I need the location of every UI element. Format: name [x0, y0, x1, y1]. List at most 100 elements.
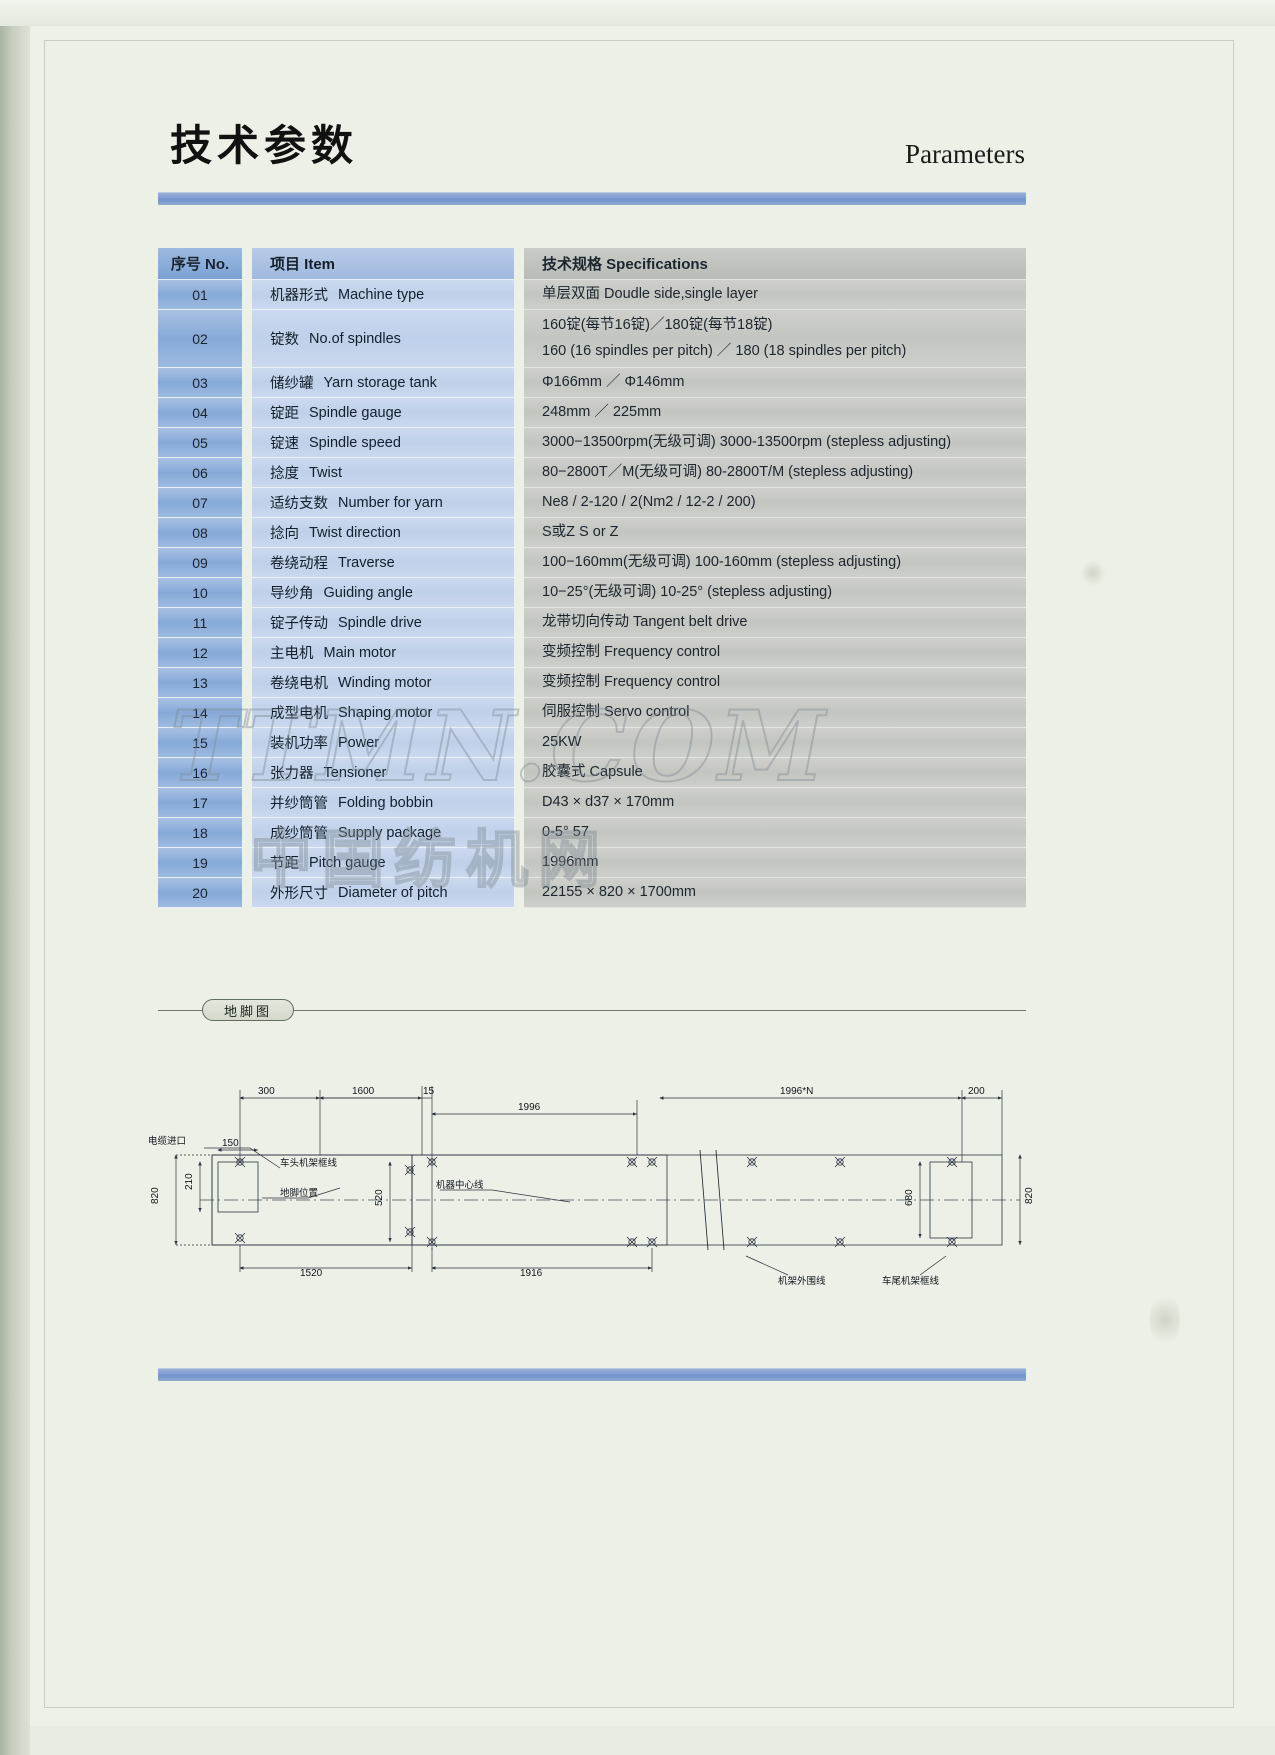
cell-item: 并纱筒管 Folding bobbin — [252, 788, 514, 818]
cell-spec: 胶囊式 Capsule — [524, 758, 1026, 788]
page-edge-left — [0, 0, 30, 1755]
cell-item-chinese: 锭数 — [270, 332, 299, 348]
cell-no: 04 — [158, 398, 242, 428]
cell-no: 03 — [158, 368, 242, 398]
cell-spec-line: 0-5° 57 — [542, 823, 589, 840]
cell-no: 10 — [158, 578, 242, 608]
cell-item-chinese: 装机功率 — [270, 736, 328, 752]
cell-item-english: Spindle speed — [309, 434, 401, 451]
cell-no: 06 — [158, 458, 242, 488]
cell-item: 装机功率 Power — [252, 728, 514, 758]
cell-item-english: Twist direction — [309, 524, 401, 541]
cell-spec: 3000−13500rpm(无级可调) 3000-13500rpm (stepl… — [524, 428, 1026, 458]
table-row: 01 机器形式 Machine type 单层双面 Doudle side,singl… — [158, 280, 1026, 310]
column-gap — [242, 728, 252, 758]
dim-200: 200 — [968, 1086, 985, 1097]
cell-spec-line: Ne8 / 2-120 / 2(Nm2 / 12-2 / 200) — [542, 493, 756, 510]
foundation-drawing-svg: 300 1600 15 1996 1996*N 200 1520 1916 82… — [148, 1086, 1035, 1287]
column-gap — [242, 248, 252, 280]
cell-no: 14 — [158, 698, 242, 728]
cell-spec: 80−2800T／M(无级可调) 80-2800T/M (stepless ad… — [524, 458, 1026, 488]
page-edge-top — [0, 0, 1275, 26]
cell-item-chinese: 锭子传动 — [270, 616, 328, 632]
table-row: 15 装机功率 Power 25KW — [158, 728, 1026, 758]
cell-spec-line: 龙带切向传动 Tangent belt drive — [542, 613, 748, 630]
table-row: 02 锭数 No.of spindles 160锭(每节16锭)／180锭(每节18锭… — [158, 310, 1026, 368]
dim-1600: 1600 — [352, 1086, 375, 1097]
dim-820-right: 820 — [1024, 1187, 1035, 1204]
cell-spec: 100−160mm(无级可调) 100-160mm (stepless adju… — [524, 548, 1026, 578]
table-row: 18 成纱筒管 Supply package 0-5° 57 — [158, 818, 1026, 848]
cell-spec: 龙带切向传动 Tangent belt drive — [524, 608, 1026, 638]
table-row: 08 捻向 Twist direction S或Z S or Z — [158, 518, 1026, 548]
table-row: 19 节距 Pitch gauge 1996mm — [158, 848, 1026, 878]
cell-item-chinese: 储纱罐 — [270, 376, 314, 392]
table-row: 10 导纱角 Guiding angle 10−25°(无级可调) 10-25° (s… — [158, 578, 1026, 608]
cell-item-chinese: 成纱筒管 — [270, 826, 328, 842]
column-gap — [514, 848, 524, 878]
dim-820-left: 820 — [150, 1187, 161, 1204]
column-gap — [242, 398, 252, 428]
cell-no: 17 — [158, 788, 242, 818]
cell-no: 11 — [158, 608, 242, 638]
cell-item: 张力器 Tensioner — [252, 758, 514, 788]
cell-spec-line: 变频控制 Frequency control — [542, 673, 721, 690]
table-row: 09 卷绕动程 Traverse 100−160mm(无级可调) 100-160mm … — [158, 548, 1026, 578]
column-gap — [514, 578, 524, 608]
cell-item: 锭速 Spindle speed — [252, 428, 514, 458]
cell-spec-line: 100−160mm(无级可调) 100-160mm (stepless adju… — [542, 553, 902, 570]
cell-no: 09 — [158, 548, 242, 578]
label-frame-outer-line: 机架外围线 — [778, 1275, 826, 1287]
cell-item-english: Main motor — [323, 644, 397, 661]
cell-spec: S或Z S or Z — [524, 518, 1026, 548]
cell-spec-line: 248mm ／ 225mm — [542, 403, 662, 420]
section-label-foundation-drawing: 地脚图 — [202, 999, 294, 1021]
label-machine-center-line: 机器中心线 — [436, 1179, 484, 1191]
column-header-no: 序号 No. — [158, 248, 242, 280]
cell-item-english: Number for yarn — [338, 494, 443, 511]
column-gap — [514, 818, 524, 848]
column-gap — [514, 310, 524, 368]
specifications-table: 序号 No. 项目 Item 技术规格 Specifications 01 机器形… — [158, 248, 1026, 908]
cell-spec: 160锭(每节16锭)／180锭(每节18锭) 160 (16 spindles … — [524, 310, 1026, 368]
table-row: 06 捻度 Twist 80−2800T／M(无级可调) 80-2800T/M (st… — [158, 458, 1026, 488]
table-row: 20 外形尺寸 Diameter of pitch 22155 × 820 × 170… — [158, 878, 1026, 908]
column-gap — [242, 578, 252, 608]
table-row: 03 储纱罐 Yarn storage tank Φ166mm ／ Φ146mm — [158, 368, 1026, 398]
cell-spec: 伺服控制 Servo control — [524, 698, 1026, 728]
cell-spec-line: S或Z S or Z — [542, 523, 619, 540]
table-row: 16 张力器 Tensioner 胶囊式 Capsule — [158, 758, 1026, 788]
cell-item: 节距 Pitch gauge — [252, 848, 514, 878]
cell-item-english: Spindle drive — [338, 614, 422, 631]
cell-spec-line: 胶囊式 Capsule — [542, 763, 643, 780]
column-gap — [242, 608, 252, 638]
cell-no: 18 — [158, 818, 242, 848]
column-gap — [514, 248, 524, 280]
column-header-item: 项目 Item — [252, 248, 514, 280]
cell-item-english: Guiding angle — [323, 584, 414, 601]
cell-item: 成型电机 Shaping motor — [252, 698, 514, 728]
column-gap — [514, 398, 524, 428]
dim-210: 210 — [184, 1173, 195, 1190]
cell-item-chinese: 外形尺寸 — [270, 886, 328, 902]
cell-no: 20 — [158, 878, 242, 908]
column-gap — [242, 518, 252, 548]
cell-item: 外形尺寸 Diameter of pitch — [252, 878, 514, 908]
dim-1996: 1996 — [518, 1102, 541, 1113]
column-gap — [514, 458, 524, 488]
cell-no: 02 — [158, 310, 242, 368]
cell-item: 锭子传动 Spindle drive — [252, 608, 514, 638]
cell-item-chinese: 张力器 — [270, 766, 314, 782]
column-gap — [514, 758, 524, 788]
cell-item-chinese: 锭速 — [270, 436, 299, 452]
table-row: 04 锭距 Spindle gauge 248mm ／ 225mm — [158, 398, 1026, 428]
cell-item-english: Power — [338, 734, 380, 751]
column-gap — [242, 310, 252, 368]
cell-item: 捻向 Twist direction — [252, 518, 514, 548]
cell-item-chinese: 成型电机 — [270, 706, 328, 722]
cell-no: 07 — [158, 488, 242, 518]
paper-blemish — [1080, 560, 1106, 586]
column-gap — [242, 878, 252, 908]
table-row: 11 锭子传动 Spindle drive 龙带切向传动 Tangent belt d… — [158, 608, 1026, 638]
column-gap — [242, 638, 252, 668]
